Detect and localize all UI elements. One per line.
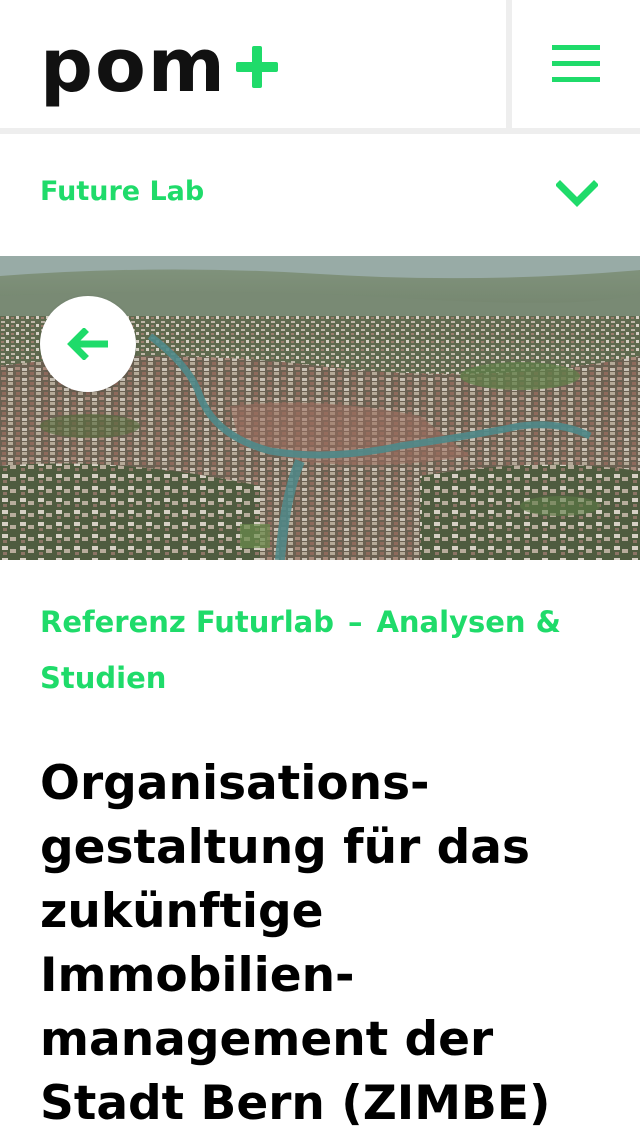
hero-image: [0, 256, 640, 560]
section-label: Future Lab: [40, 176, 205, 207]
logo-wordmark: pom: [40, 23, 227, 109]
arrow-left-icon: [67, 328, 108, 360]
menu-button[interactable]: [512, 0, 640, 128]
breadcrumb-separator: –: [347, 605, 363, 639]
hamburger-icon: [552, 45, 600, 83]
section-dropdown[interactable]: Future Lab: [0, 134, 640, 256]
page-title: Organisations- gestaltung für das zukünf…: [40, 756, 551, 1131]
breadcrumb: Referenz Futurlab – Analysen & Studien: [40, 594, 600, 706]
chevron-down-icon: [556, 180, 598, 207]
logo-plus-icon: [236, 46, 278, 88]
pom-plus-logo[interactable]: pom: [40, 23, 278, 109]
site-header: pom: [0, 0, 640, 128]
back-button[interactable]: [40, 296, 136, 392]
breadcrumb-link-referenz[interactable]: Referenz Futurlab: [40, 605, 334, 639]
